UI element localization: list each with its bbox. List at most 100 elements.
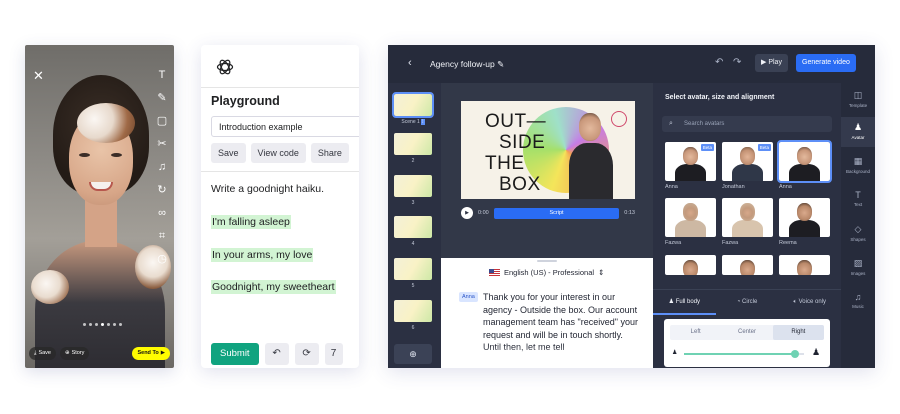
redo-icon[interactable]: ↷ <box>733 57 741 68</box>
scene-thumbnail-6[interactable] <box>394 300 432 322</box>
crop-icon[interactable]: ⌗ <box>156 230 168 242</box>
scene-label: Scene 1 ⁞ <box>401 119 425 125</box>
regenerate-icon[interactable]: ⟳ <box>294 343 319 365</box>
avatar-card[interactable] <box>722 255 773 275</box>
avatar-card[interactable]: Beta <box>665 142 716 181</box>
size-slider[interactable] <box>684 350 804 358</box>
undo-icon[interactable]: ↶ <box>715 57 723 68</box>
avatar-card-selected[interactable] <box>777 140 832 183</box>
filter-dots <box>83 323 122 326</box>
avatar-card[interactable] <box>665 255 716 275</box>
slider-knob[interactable] <box>791 350 799 358</box>
generate-video-button[interactable]: Generate video <box>796 54 856 72</box>
preset-actions: Save View code Share <box>211 143 349 163</box>
submit-button[interactable]: Submit <box>211 343 259 365</box>
playground-panel: Playground Introduction example Save Vie… <box>201 45 359 368</box>
story-button[interactable]: ⊕ Story <box>59 346 90 360</box>
text-tool-icon[interactable]: T <box>156 69 168 81</box>
tab-circle[interactable]: ◔ Circle <box>716 290 779 315</box>
avatar-card[interactable]: Beta <box>722 142 773 181</box>
back-chevron-icon[interactable]: ‹ <box>408 57 412 69</box>
script-fade <box>441 346 653 368</box>
tab-full-body[interactable]: ♟ Full body <box>653 290 716 315</box>
scene-thumbnail-5[interactable] <box>394 258 432 280</box>
script-editor: English (US) - Professional ⇕ Anna Thank… <box>441 258 653 368</box>
edit-pencil-icon[interactable]: ✎ <box>497 59 504 69</box>
rail-item-avatar[interactable]: ♟ Avatar <box>841 117 875 147</box>
token-count: 7 <box>324 343 343 365</box>
scene-label: 3 <box>411 200 415 206</box>
scene-label: 4 <box>411 241 415 247</box>
preset-select[interactable]: Introduction example <box>211 116 359 137</box>
add-scene-button[interactable]: ⊕ <box>394 344 432 364</box>
avatar-name: Anna <box>779 184 792 190</box>
rail-item-template[interactable]: ◫ Template <box>841 85 875 115</box>
timeline: ▶ 0:00 Script 0:13 <box>461 206 635 220</box>
sort-chevron-icon: ⇕ <box>598 268 605 277</box>
avatar-card[interactable] <box>779 198 830 237</box>
play-button[interactable]: ▶ Play <box>755 54 788 72</box>
phone-bottom-bar: ⤓ Save ⊕ Story Send To ▶ <box>25 338 174 368</box>
sticker-icon[interactable]: ▢ <box>156 115 168 127</box>
canvas-headline: OUT— SIDE THE BOX <box>485 111 547 195</box>
video-canvas[interactable]: OUT— SIDE THE BOX <box>461 101 635 199</box>
avatar-name: Reema <box>779 240 797 246</box>
speaker-tag[interactable]: Anna <box>459 292 478 302</box>
scene-label: 2 <box>411 158 415 164</box>
send-to-button[interactable]: Send To ▶ <box>132 346 170 360</box>
tab-voice-only[interactable]: 🔈︎ Voice only <box>778 290 841 315</box>
circle-icon: ◔ <box>736 299 741 305</box>
align-left-option[interactable]: Left <box>670 325 721 340</box>
avatar-size-tabs: ♟ Full body ◔ Circle 🔈︎ Voice only <box>653 289 841 315</box>
avatar-card[interactable] <box>722 198 773 237</box>
background-icon: ▦ <box>853 156 863 166</box>
scene-thumbnail-2[interactable] <box>394 133 432 155</box>
avatar-card[interactable] <box>665 198 716 237</box>
guinea-pig-filter <box>77 103 135 143</box>
drag-handle[interactable] <box>537 260 557 262</box>
scissors-icon[interactable]: ✂ <box>156 138 168 150</box>
alignment-segment: Left Center Right <box>670 325 824 340</box>
play-icon[interactable]: ▶ <box>461 207 473 219</box>
story-icon: ⊕ <box>64 350 70 356</box>
rail-item-music[interactable]: ♫ Music <box>841 287 875 317</box>
align-right-option[interactable]: Right <box>772 325 824 340</box>
pencil-icon[interactable]: ✎ <box>156 92 168 104</box>
undo-icon[interactable]: ↶ <box>264 343 289 365</box>
rail-item-text[interactable]: T Text <box>841 185 875 215</box>
language-select[interactable]: English (US) - Professional ⇕ <box>489 268 604 277</box>
close-icon[interactable]: ✕ <box>33 69 44 82</box>
prompt-text[interactable]: Write a goodnight haiku. <box>211 183 324 195</box>
scene-thumbnail-3[interactable] <box>394 175 432 197</box>
alignment-controls: Left Center Right ♟ ♟ <box>664 319 830 367</box>
link-icon[interactable]: ∞ <box>156 207 168 219</box>
avatar-card[interactable] <box>779 255 830 275</box>
scene-thumbnail-1[interactable] <box>392 92 434 118</box>
panel-title: Select avatar, size and alignment <box>665 94 775 101</box>
share-button[interactable]: Share <box>310 143 349 163</box>
view-code-button[interactable]: View code <box>250 143 306 163</box>
template-icon: ◫ <box>853 90 863 100</box>
video-stage: OUT— SIDE THE BOX ▶ 0:00 Script 0:13 <box>441 83 653 258</box>
save-button[interactable]: Save <box>211 143 246 163</box>
current-time: 0:00 <box>478 210 489 216</box>
scene-thumbnail-4[interactable] <box>394 216 432 238</box>
rotate-icon[interactable]: ↻ <box>156 184 168 196</box>
music-icon[interactable]: ♫ <box>156 161 168 173</box>
photo-eye <box>111 153 122 157</box>
save-story-button[interactable]: ⤓ Save <box>29 346 56 360</box>
page-title: Playground <box>211 94 280 108</box>
script-text[interactable]: Thank you for your interest in our agenc… <box>483 291 643 354</box>
project-title[interactable]: Agency follow-up ✎ <box>430 59 504 70</box>
rail-item-shapes[interactable]: ◇ Shapes <box>841 219 875 249</box>
search-input[interactable]: ⌕ Search avatars <box>662 116 832 132</box>
person-icon: ♟ <box>668 299 675 305</box>
rail-item-background[interactable]: ▦ Background <box>841 151 875 181</box>
script-track[interactable]: Script <box>493 207 620 219</box>
image-icon: ▨ <box>853 258 863 268</box>
align-center-option[interactable]: Center <box>721 325 772 340</box>
completion-line: Goodnight, my sweetheart <box>211 280 336 294</box>
decorative-circle <box>611 111 627 127</box>
rail-item-images[interactable]: ▨ Images <box>841 253 875 283</box>
timer-icon[interactable]: ◷ <box>156 253 168 265</box>
